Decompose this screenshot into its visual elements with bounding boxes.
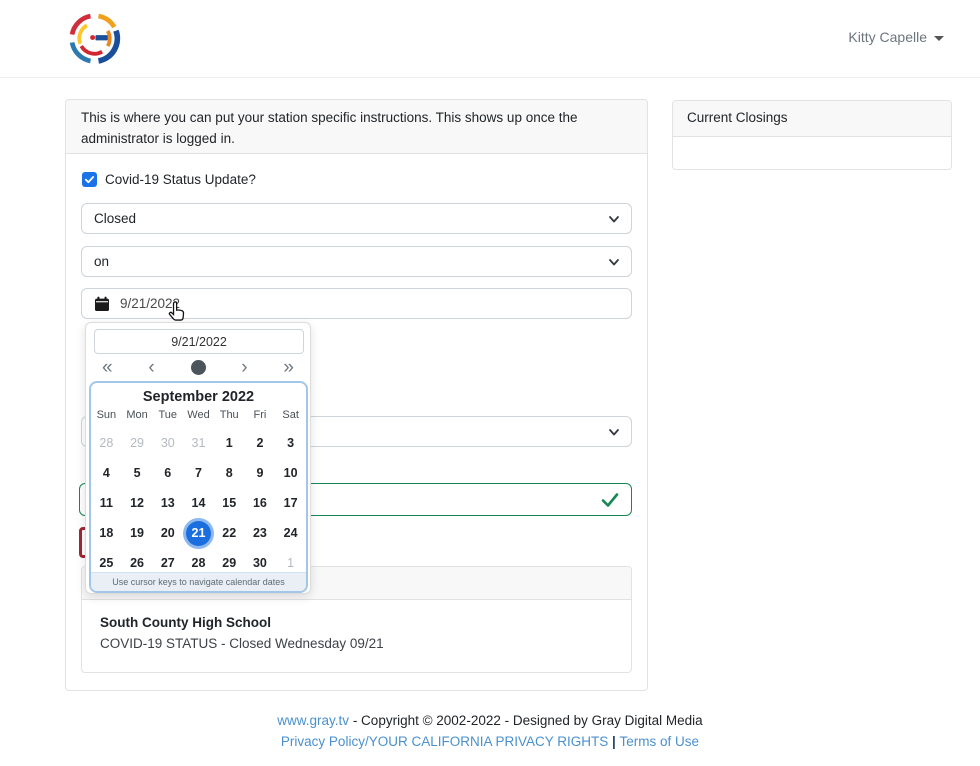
calendar-weekday-label: Sat [275, 409, 306, 428]
status-select[interactable]: Closed [81, 203, 632, 234]
current-date-icon[interactable] [191, 360, 206, 375]
calendar-day[interactable]: 22 [214, 518, 245, 548]
user-menu[interactable]: Kitty Capelle [848, 29, 944, 45]
school-name: South County High School [100, 615, 613, 630]
calendar-day[interactable]: 16 [245, 488, 276, 518]
chevron-down-icon [934, 36, 944, 41]
calendar-weekday-row: SunMonTueWedThuFriSat [91, 409, 306, 428]
prev-year-icon[interactable]: « [102, 358, 113, 377]
next-year-icon[interactable]: » [283, 358, 294, 377]
hand-cursor-icon [166, 300, 188, 324]
footer-copyright-line: www.gray.tv - Copyright © 2002-2022 - De… [0, 711, 980, 732]
station-instructions: This is where you can put your station s… [66, 100, 647, 154]
calendar-day[interactable]: 12 [122, 488, 153, 518]
calendar-day[interactable]: 3 [275, 428, 306, 458]
current-closings-title: Current Closings [673, 101, 951, 137]
calendar-day[interactable]: 29 [122, 428, 153, 458]
calendar-weekday-label: Fri [245, 409, 276, 428]
chevron-down-icon [608, 426, 620, 438]
current-closings-card: Current Closings [672, 100, 952, 170]
check-icon [84, 174, 95, 185]
calendar-weekday-label: Wed [183, 409, 214, 428]
calendar-weekday-label: Thu [214, 409, 245, 428]
valid-check-icon [601, 492, 619, 508]
calendar-day[interactable]: 23 [245, 518, 276, 548]
calendar-day[interactable]: 4 [91, 458, 122, 488]
covid-status-checkbox-row: Covid-19 Status Update? [82, 172, 256, 187]
prev-month-icon[interactable]: ‹ [148, 358, 154, 377]
calendar-grid: 2829303112345678910111213141516171819202… [91, 428, 306, 578]
covid-status-checkbox[interactable] [82, 172, 97, 187]
page: Kitty Capelle This is where you can put … [0, 0, 980, 766]
datepicker-popup: « ‹ › » September 2022 SunMonTueWedThuFr… [85, 322, 311, 594]
chevron-down-icon [608, 256, 620, 268]
footer-legal-line: Privacy Policy/YOUR CALIFORNIA PRIVACY R… [0, 732, 980, 753]
status-select-value: Closed [94, 211, 136, 226]
gray-tv-logo-icon[interactable] [66, 10, 123, 67]
calendar-day[interactable]: 18 [91, 518, 122, 548]
covid-status-checkbox-label: Covid-19 Status Update? [105, 172, 256, 187]
date-input[interactable]: 9/21/2022 [81, 288, 632, 319]
calendar-month-title: September 2022 [91, 383, 306, 409]
calendar-day[interactable]: 2 [245, 428, 276, 458]
closing-preview-body: South County High School COVID-19 STATUS… [82, 600, 631, 666]
closing-status-line: COVID-19 STATUS - Closed Wednesday 09/21 [100, 636, 613, 651]
calendar-day[interactable]: 7 [183, 458, 214, 488]
calendar-day[interactable]: 17 [275, 488, 306, 518]
calendar-day[interactable]: 8 [214, 458, 245, 488]
calendar-day[interactable]: 9 [245, 458, 276, 488]
preposition-select-value: on [94, 254, 109, 269]
calendar-day[interactable]: 1 [214, 428, 245, 458]
calendar-day[interactable]: 30 [152, 428, 183, 458]
calendar-day[interactable]: 10 [275, 458, 306, 488]
calendar-day[interactable]: 20 [152, 518, 183, 548]
calendar-weekday-label: Mon [122, 409, 153, 428]
preposition-select[interactable]: on [81, 246, 632, 277]
user-name: Kitty Capelle [848, 29, 927, 45]
gray-tv-link[interactable]: www.gray.tv [277, 713, 349, 728]
next-month-icon[interactable]: › [241, 358, 247, 377]
calendar-day[interactable]: 24 [275, 518, 306, 548]
calendar-panel: September 2022 SunMonTueWedThuFriSat 282… [89, 381, 308, 593]
chevron-down-icon [608, 213, 620, 225]
calendar-day[interactable]: 28 [91, 428, 122, 458]
calendar-icon [94, 296, 110, 312]
calendar-day[interactable]: 5 [122, 458, 153, 488]
calendar-day[interactable]: 11 [91, 488, 122, 518]
calendar-day-selected[interactable]: 21 [183, 518, 214, 548]
calendar-weekday-label: Tue [152, 409, 183, 428]
terms-of-use-link[interactable]: Terms of Use [620, 734, 700, 749]
page-footer: www.gray.tv - Copyright © 2002-2022 - De… [0, 711, 980, 753]
copyright-text: - Copyright © 2002-2022 - Designed by Gr… [349, 713, 703, 728]
calendar-day[interactable]: 31 [183, 428, 214, 458]
calendar-weekday-label: Sun [91, 409, 122, 428]
calendar-day[interactable]: 13 [152, 488, 183, 518]
calendar-hint: Use cursor keys to navigate calendar dat… [91, 572, 306, 591]
calendar-day[interactable]: 19 [122, 518, 153, 548]
datepicker-date-input[interactable] [94, 329, 304, 354]
calendar-day[interactable]: 15 [214, 488, 245, 518]
top-header: Kitty Capelle [0, 0, 980, 78]
calendar-day[interactable]: 6 [152, 458, 183, 488]
privacy-policy-link[interactable]: Privacy Policy/YOUR CALIFORNIA PRIVACY R… [281, 734, 608, 749]
datepicker-nav: « ‹ › » [86, 355, 310, 380]
footer-separator: | [608, 734, 619, 749]
calendar-day[interactable]: 14 [183, 488, 214, 518]
